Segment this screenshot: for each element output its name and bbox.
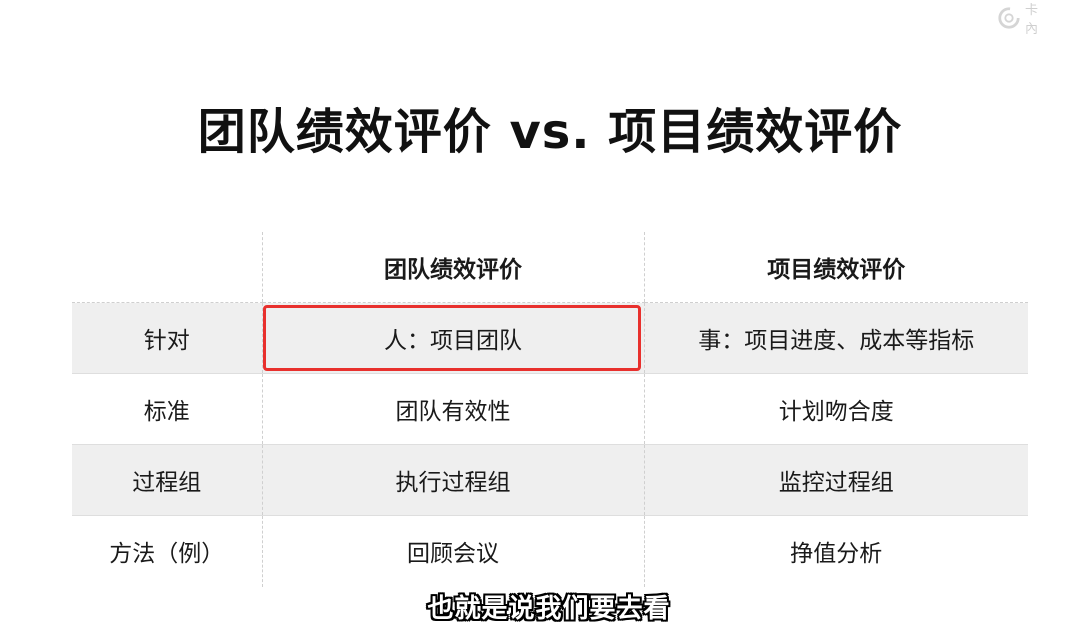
video-subtitle: 也就是说我们要去看 (427, 594, 671, 624)
team-cell: 执行过程组 (261, 444, 644, 516)
logo-text: 卡內 (1025, 3, 1039, 37)
row-label: 标准 (72, 373, 262, 445)
table-row: 针对 人：项目团队 事：项目进度、成本等指标 (72, 302, 1028, 374)
team-cell: 人：项目团队 (261, 302, 644, 374)
comparison-table: 团队绩效评价 项目绩效评价 针对 人：项目团队 事：项目进度、成本等指标 标准 … (72, 232, 1028, 587)
row-label: 针对 (72, 302, 262, 374)
project-cell: 监控过程组 (643, 444, 1028, 516)
table-row: 过程组 执行过程组 监控过程组 (72, 444, 1028, 516)
watermark-logo: 卡內 (997, 3, 1049, 37)
table-header-row: 团队绩效评价 项目绩效评价 (72, 232, 1028, 303)
project-cell: 计划吻合度 (643, 373, 1028, 445)
team-cell: 团队有效性 (261, 373, 644, 445)
table-row: 方法（例） 回顾会议 挣值分析 (72, 515, 1028, 587)
project-cell: 挣值分析 (643, 515, 1028, 587)
table-row: 标准 团队有效性 计划吻合度 (72, 373, 1028, 445)
slide-title: 团队绩效评价 vs. 项目绩效评价 (197, 104, 903, 160)
header-cell-team: 团队绩效评价 (261, 232, 644, 303)
project-cell: 事：项目进度、成本等指标 (643, 302, 1028, 374)
header-cell-empty (72, 232, 262, 303)
header-cell-project: 项目绩效评价 (643, 232, 1028, 303)
logo-icon (998, 7, 1020, 29)
row-label: 过程组 (72, 444, 262, 516)
team-cell: 回顾会议 (261, 515, 644, 587)
row-label: 方法（例） (109, 541, 225, 568)
